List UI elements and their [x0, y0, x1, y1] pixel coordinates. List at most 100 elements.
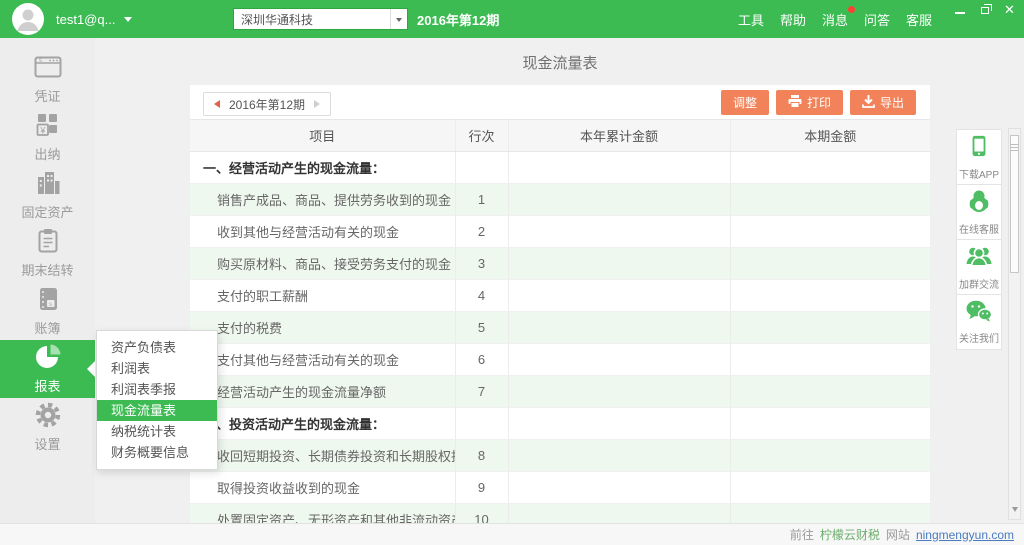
notification-dot — [848, 6, 855, 13]
col-header-ytd: 本年累计金额 — [508, 120, 730, 152]
sidebar-item-label: 固定资产 — [21, 202, 73, 221]
submenu-item-cash-flow[interactable]: 现金流量表 — [97, 400, 217, 421]
submenu-item-tax-stats[interactable]: 纳税统计表 — [97, 421, 217, 442]
table-row: 购买原材料、商品、接受劳务支付的现金3 — [190, 248, 930, 280]
table-row: 销售产成品、商品、提供劳务收到的现金1 — [190, 184, 930, 216]
report-table-wrap: 项目 行次 本年累计金额 本期金额 一、经营活动产生的现金流量： 销售产成品、商… — [190, 119, 930, 523]
sidebar-item-voucher[interactable]: s 凭证 — [0, 50, 95, 108]
table-row: 一、经营活动产生的现金流量： — [190, 152, 930, 184]
toolbar-actions: 调整 打印 导出 — [721, 90, 916, 115]
sidebar-nav: s 凭证 ¥ 出纳 固定资产 期末结转 — [0, 38, 95, 456]
user-menu[interactable]: test1@q... — [56, 0, 132, 38]
topbar-menu: 工具 帮助 消息 问答 客服 — [738, 0, 932, 38]
footer-goto-label: 前往 — [790, 526, 814, 543]
svg-text:s: s — [49, 302, 52, 308]
sidebar-item-cashier[interactable]: ¥ 出纳 — [0, 108, 95, 166]
menu-tools[interactable]: 工具 — [738, 10, 764, 29]
table-row: 支付的职工薪酬4 — [190, 280, 930, 312]
table-header-row: 项目 行次 本年累计金额 本期金额 — [190, 120, 930, 152]
download-icon — [862, 95, 875, 111]
user-icon — [12, 3, 44, 35]
company-select-value: 深圳华通科技 — [234, 11, 390, 28]
follow-us-card[interactable]: 关注我们 — [956, 294, 1002, 350]
table-row: 支付其他与经营活动有关的现金6 — [190, 344, 930, 376]
topbar: test1@q... 深圳华通科技 2016年第12期 工具 帮助 消息 问答 … — [0, 0, 1024, 38]
table-row: 取得投资收益收到的现金9 — [190, 472, 930, 504]
minimize-button[interactable] — [953, 4, 966, 16]
sidebar-item-label: 账簿 — [34, 318, 60, 337]
voucher-icon: s — [34, 53, 62, 81]
select-caret-icon — [390, 9, 407, 29]
menu-help[interactable]: 帮助 — [780, 10, 806, 29]
phone-icon — [968, 134, 990, 163]
report-panel: 2016年第12期 调整 打印 导出 — [190, 85, 930, 523]
fixed-assets-icon — [35, 169, 61, 197]
vertical-scrollbar[interactable] — [1008, 128, 1021, 520]
print-button[interactable]: 打印 — [776, 90, 843, 115]
period-end-icon — [35, 227, 61, 255]
period-selector-value: 2016年第12期 — [229, 96, 305, 113]
table-row: 二、投资活动产生的现金流量： — [190, 408, 930, 440]
sidebar-item-label: 出纳 — [34, 144, 60, 163]
report-submenu: 资产负债表 利润表 利润表季报 现金流量表 纳税统计表 财务概要信息 — [96, 330, 218, 470]
next-period-button[interactable] — [314, 100, 324, 108]
footer-brand-label: 柠檬云财税 — [820, 526, 880, 543]
table-row: 收回短期投资、长期债券投资和长期股权投资收到的现金8 — [190, 440, 930, 472]
col-header-period: 本期金额 — [730, 120, 930, 152]
sidebar-item-settings[interactable]: 设置 — [0, 398, 95, 456]
topbar-period-label: 2016年第12期 — [417, 0, 499, 38]
company-select[interactable]: 深圳华通科技 — [233, 8, 408, 30]
submenu-item-income-quarterly[interactable]: 利润表季报 — [97, 379, 217, 400]
sidebar-item-fixed-assets[interactable]: 固定资产 — [0, 166, 95, 224]
sidebar-item-label: 报表 — [34, 376, 60, 395]
scrollbar-grip-icon — [1011, 144, 1018, 151]
submenu-item-finance-summary[interactable]: 财务概要信息 — [97, 442, 217, 463]
scrollbar-thumb[interactable] — [1010, 135, 1019, 273]
scroll-down-arrow-icon[interactable] — [1012, 507, 1018, 515]
close-button[interactable]: ✕ — [1003, 4, 1016, 16]
sidebar-item-label: 凭证 — [34, 86, 60, 105]
prev-period-button[interactable] — [210, 100, 220, 108]
right-panel: 下载APP 在线客服 加群交流 关注我们 — [956, 130, 1002, 350]
wechat-icon — [966, 300, 992, 327]
menu-messages[interactable]: 消息 — [822, 10, 848, 29]
card-label: 关注我们 — [959, 330, 999, 345]
menu-support[interactable]: 客服 — [906, 10, 932, 29]
adjust-button[interactable]: 调整 — [721, 90, 769, 115]
table-row: 收到其他与经营活动有关的现金2 — [190, 216, 930, 248]
sidebar-item-ledger[interactable]: s 账簿 — [0, 282, 95, 340]
sidebar-item-label: 期末结转 — [21, 260, 73, 279]
sidebar: s 凭证 ¥ 出纳 固定资产 期末结转 — [0, 38, 95, 523]
sidebar-item-period-end[interactable]: 期末结转 — [0, 224, 95, 282]
table-row: 支付的税费5 — [190, 312, 930, 344]
footer-site-link[interactable]: ningmengyun.com — [916, 528, 1014, 542]
report-table: 项目 行次 本年累计金额 本期金额 一、经营活动产生的现金流量： 销售产成品、商… — [190, 119, 930, 523]
card-label: 加群交流 — [959, 276, 999, 291]
avatar[interactable] — [12, 3, 44, 35]
page-title: 现金流量表 — [190, 52, 930, 73]
svg-text:¥: ¥ — [39, 125, 46, 135]
app-window: test1@q... 深圳华通科技 2016年第12期 工具 帮助 消息 问答 … — [0, 0, 1024, 545]
sidebar-item-reports[interactable]: 报表 — [0, 340, 95, 398]
join-group-card[interactable]: 加群交流 — [956, 239, 1002, 295]
table-row: 处置固定资产、无形资产和其他非流动资产收回的现金净额10 — [190, 504, 930, 524]
chevron-down-icon — [124, 17, 132, 26]
export-button[interactable]: 导出 — [850, 90, 916, 115]
restore-button[interactable] — [978, 4, 991, 16]
submenu-item-income-statement[interactable]: 利润表 — [97, 358, 217, 379]
footer-bar: 前往 柠檬云财税 网站 ningmengyun.com — [0, 523, 1024, 545]
download-app-card[interactable]: 下载APP — [956, 129, 1002, 185]
svg-text:s: s — [39, 58, 42, 64]
printer-icon — [788, 95, 802, 111]
sidebar-item-label: 设置 — [34, 434, 60, 453]
online-service-card[interactable]: 在线客服 — [956, 184, 1002, 240]
card-label: 下载APP — [959, 166, 999, 181]
username: test1@q... — [56, 12, 115, 27]
submenu-item-balance-sheet[interactable]: 资产负债表 — [97, 337, 217, 358]
table-row: 经营活动产生的现金流量净额7 — [190, 376, 930, 408]
reports-icon — [34, 343, 62, 371]
ledger-icon: s — [35, 285, 61, 313]
menu-qa[interactable]: 问答 — [864, 10, 890, 29]
col-header-line: 行次 — [455, 120, 508, 152]
col-header-item: 项目 — [190, 120, 455, 152]
